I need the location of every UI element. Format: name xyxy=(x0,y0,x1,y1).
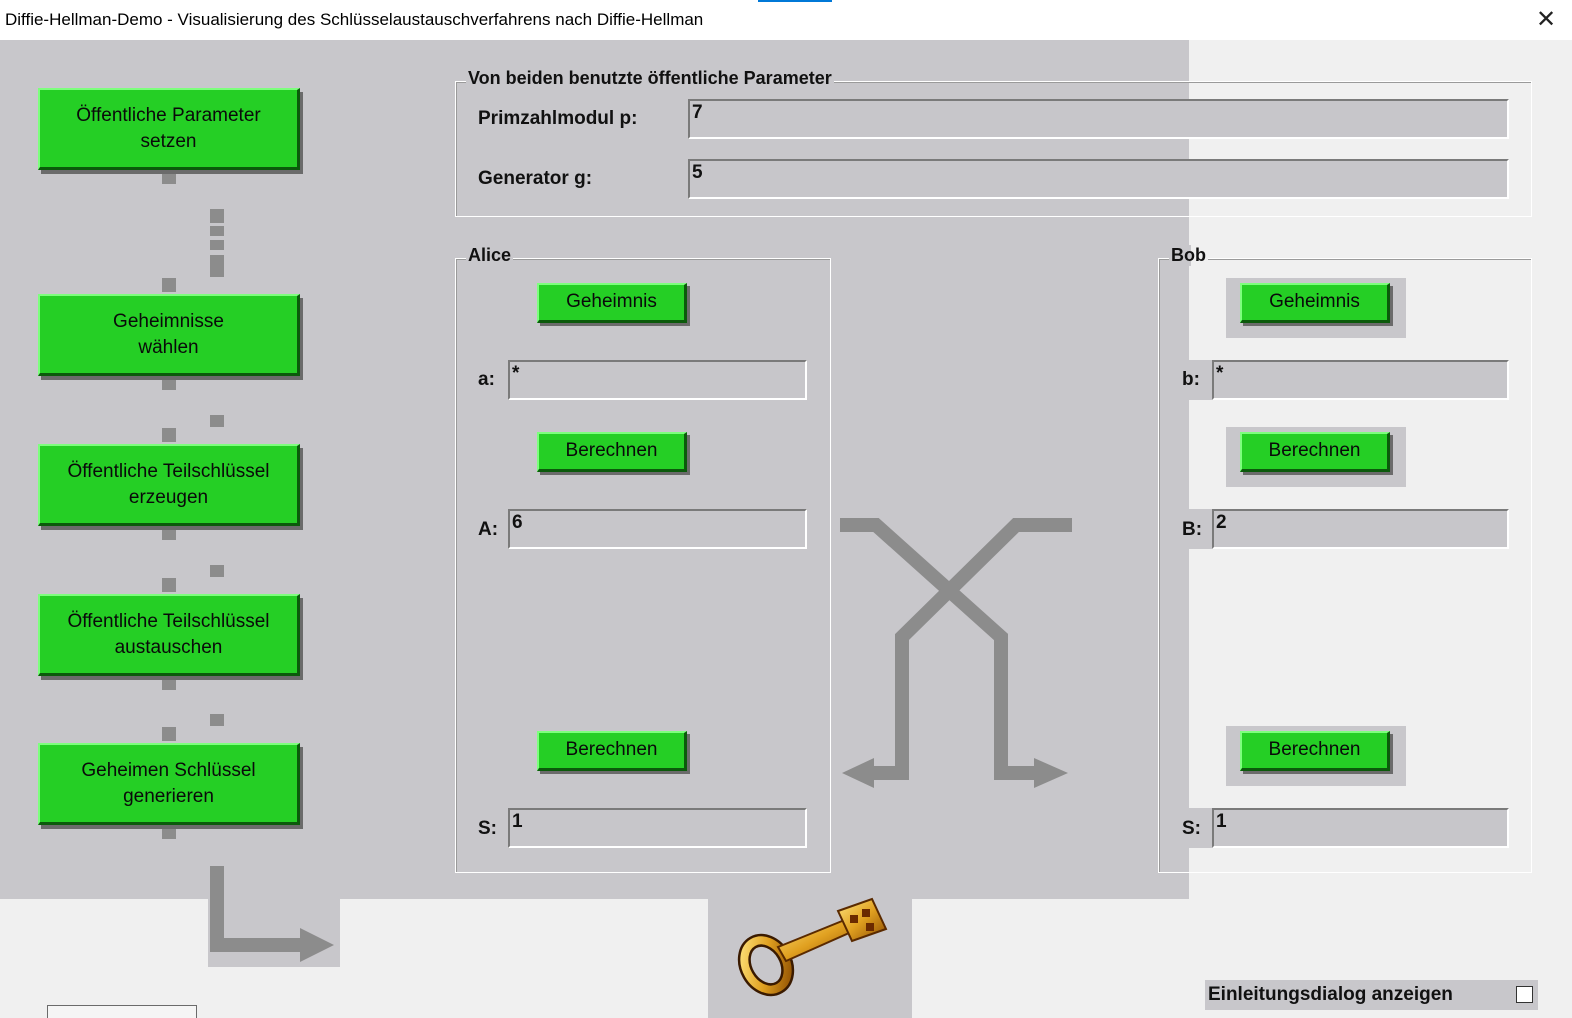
alice-compute-key-button[interactable]: Berechnen xyxy=(537,731,687,771)
prime-modulus-field[interactable]: 7 xyxy=(688,99,1509,139)
partial-bottom-button[interactable] xyxy=(47,1005,197,1018)
connector-dot xyxy=(162,278,176,292)
generator-label: Generator g: xyxy=(478,168,593,189)
key-icon xyxy=(737,897,888,997)
close-icon[interactable]: ✕ xyxy=(1526,2,1566,38)
alice-group: Alice xyxy=(455,245,831,873)
title-bar: Diffie-Hellman-Demo - Visualisierung des… xyxy=(0,0,1572,40)
connector-dot xyxy=(210,240,224,250)
connector-dot xyxy=(210,565,224,577)
alice-S-label: S: xyxy=(478,818,497,839)
connector-dot xyxy=(162,578,176,592)
public-parameters-legend: Von beiden benutzte öffentliche Paramete… xyxy=(466,68,834,89)
connector-dot xyxy=(210,255,224,277)
connector-dot xyxy=(162,825,176,839)
title-accent xyxy=(758,0,832,2)
step-exchange-partial-keys-button[interactable]: Öffentliche Teilschlüssel austauschen xyxy=(38,594,300,676)
prime-modulus-label: Primzahlmodul p: xyxy=(478,108,638,129)
alice-a-label: a: xyxy=(478,369,495,390)
window-title: Diffie-Hellman-Demo - Visualisierung des… xyxy=(5,10,704,29)
bob-b-label: b: xyxy=(1182,369,1200,390)
connector-dot xyxy=(162,376,176,390)
bob-compute-partial-key-button[interactable]: Berechnen xyxy=(1240,432,1390,472)
bob-S-label: S: xyxy=(1182,818,1201,839)
bob-compute-key-button[interactable]: Berechnen xyxy=(1240,731,1390,771)
step-set-parameters-button[interactable]: Öffentliche Parameter setzen xyxy=(38,88,300,170)
alice-S-field[interactable]: 1 xyxy=(508,808,807,848)
intro-dialog-checkbox[interactable] xyxy=(1516,986,1533,1003)
alice-legend: Alice xyxy=(466,245,514,266)
connector-dot xyxy=(210,209,224,223)
step-generate-secret-key-button[interactable]: Geheimen Schlüssel generieren xyxy=(38,743,300,825)
alice-A-label: A: xyxy=(478,519,499,540)
bob-legend: Bob xyxy=(1169,245,1208,266)
connector-dot xyxy=(210,226,224,236)
generator-field[interactable]: 5 xyxy=(688,159,1509,199)
connector-dot xyxy=(162,170,176,184)
flow-arrow-icon xyxy=(210,866,334,962)
alice-a-field[interactable]: * xyxy=(508,360,807,400)
connector-dot xyxy=(210,415,224,427)
bob-B-field[interactable]: 2 xyxy=(1212,509,1509,549)
bob-b-field[interactable]: * xyxy=(1212,360,1509,400)
connector-dot xyxy=(162,526,176,540)
alice-secret-button[interactable]: Geheimnis xyxy=(537,283,687,323)
exchange-arrows-icon xyxy=(840,518,1072,788)
intro-dialog-label: Einleitungsdialog anzeigen xyxy=(1208,984,1453,1005)
connector-dot xyxy=(162,428,176,442)
bob-secret-button[interactable]: Geheimnis xyxy=(1240,283,1390,323)
bob-S-field[interactable]: 1 xyxy=(1212,808,1509,848)
alice-A-field[interactable]: 6 xyxy=(508,509,807,549)
app-window: Diffie-Hellman-Demo - Visualisierung des… xyxy=(0,0,1572,1018)
step-choose-secrets-button[interactable]: Geheimnisse wählen xyxy=(38,294,300,376)
connector-dot xyxy=(162,676,176,690)
alice-compute-partial-key-button[interactable]: Berechnen xyxy=(537,432,687,472)
connector-dot xyxy=(210,714,224,726)
connector-dot xyxy=(162,727,176,741)
intro-dialog-row: Einleitungsdialog anzeigen xyxy=(1205,980,1538,1010)
step-create-partial-keys-button[interactable]: Öffentliche Teilschlüssel erzeugen xyxy=(38,444,300,526)
bob-B-label: B: xyxy=(1182,519,1203,540)
